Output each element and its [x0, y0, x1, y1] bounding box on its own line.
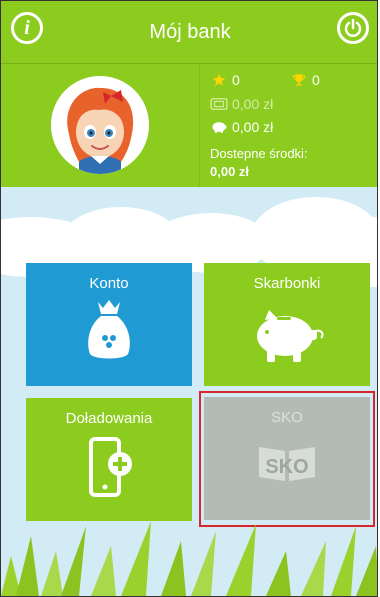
header-bar: i Mój bank — [1, 1, 377, 63]
power-icon[interactable] — [337, 12, 369, 44]
wallet-icon — [210, 98, 228, 110]
konto-label: Konto — [89, 275, 129, 292]
available-value: 0,00 zł — [210, 164, 250, 179]
app-frame: i Mój bank 0 0 0,00 zł 0,00 zł Dostepne … — [0, 0, 378, 597]
trophy-icon — [292, 74, 306, 86]
star-icon — [212, 73, 226, 86]
stats-panel: 0 0 0,00 zł 0,00 zł Dostepne środki: 0,0… — [199, 64, 377, 188]
money-bag-icon — [88, 300, 130, 359]
doladowania-tile[interactable]: Doładowania — [26, 398, 192, 521]
piggy-amount: 0,00 zł — [232, 119, 274, 135]
trophies-stat: 0 — [290, 72, 320, 88]
trophies-count: 0 — [312, 72, 320, 88]
phone-topup-icon — [89, 437, 132, 497]
wallet-amount: 0,00 zł — [232, 96, 274, 112]
available-label: Dostepne środki: — [210, 146, 308, 161]
profile-panel: 0 0 0,00 zł 0,00 zł Dostepne środki: 0,0… — [1, 63, 377, 188]
doladowania-label: Doładowania — [65, 410, 153, 427]
skarbonki-label: Skarbonki — [253, 275, 321, 292]
wallet-stat: 0,00 zł — [210, 96, 273, 112]
piggy-stat: 0,00 zł — [210, 119, 273, 135]
skarbonki-tile[interactable]: Skarbonki — [204, 263, 370, 386]
page-title: Mój bank — [149, 20, 231, 43]
stars-count: 0 — [232, 72, 240, 88]
grass-decoration — [1, 521, 377, 596]
stars-stat: 0 — [210, 72, 240, 88]
selection-highlight — [199, 391, 375, 527]
piggy-bank-icon — [212, 122, 227, 133]
info-icon[interactable]: i — [11, 12, 43, 44]
piggy-bank-icon — [257, 310, 324, 362]
konto-tile[interactable]: Konto — [26, 263, 192, 386]
avatar[interactable] — [51, 76, 149, 174]
